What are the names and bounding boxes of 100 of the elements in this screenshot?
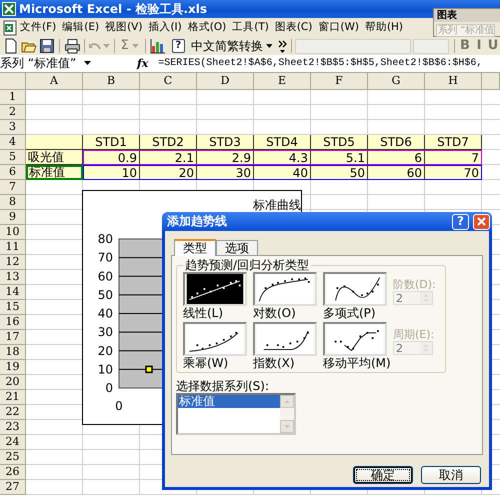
menu-item[interactable]: 窗口(W): [316, 21, 361, 34]
row-header[interactable]: 8: [0, 195, 26, 210]
table-cell[interactable]: STD7: [425, 135, 482, 150]
column-header[interactable]: F: [311, 73, 368, 90]
tab[interactable]: 类型: [174, 239, 216, 256]
row-header[interactable]: 17: [0, 330, 26, 345]
menu-item[interactable]: 文件(F): [18, 21, 58, 34]
table-cell[interactable]: 4.3: [254, 150, 311, 165]
row-header[interactable]: 19: [0, 360, 26, 375]
table-cell[interactable]: STD6: [368, 135, 425, 150]
row-header[interactable]: 21: [0, 390, 26, 405]
column-header[interactable]: A: [26, 73, 83, 90]
row-header[interactable]: 20: [0, 375, 26, 390]
option-label[interactable]: 乘幂(W): [183, 356, 247, 370]
row-header[interactable]: 24: [0, 435, 26, 450]
caret-icon: [84, 61, 91, 66]
name-box[interactable]: 系列 “标准值”: [0, 56, 95, 71]
table-cell[interactable]: 10: [83, 165, 140, 180]
table-cell[interactable]: 5.1: [311, 150, 368, 165]
row-header[interactable]: 1: [0, 90, 26, 105]
table-cell[interactable]: 30: [197, 165, 254, 180]
function-label[interactable]: fx: [137, 56, 148, 70]
tab[interactable]: 选项: [216, 240, 258, 255]
menu-item[interactable]: 工具(T): [230, 21, 271, 34]
table-cell[interactable]: 标准值: [26, 165, 83, 180]
close-button[interactable]: [473, 214, 490, 230]
menu-item[interactable]: 格式(O): [186, 21, 228, 34]
row-header[interactable]: 22: [0, 405, 26, 420]
save-icon[interactable]: [38, 38, 55, 54]
column-header[interactable]: B: [83, 73, 140, 90]
table-cell[interactable]: [26, 135, 83, 150]
trendline-thumbnail[interactable]: [183, 272, 247, 306]
row-header[interactable]: 6: [0, 165, 26, 180]
dialog-button[interactable]: 确定: [353, 466, 413, 484]
row-header[interactable]: 27: [0, 480, 26, 495]
option-label[interactable]: 线性(L): [183, 306, 247, 320]
column-header[interactable]: E: [254, 73, 311, 90]
row-header[interactable]: 26: [0, 465, 26, 480]
table-cell[interactable]: 20: [140, 165, 197, 180]
formula-text[interactable]: =SERIES(Sheet2!$A$6,Sheet2!$B$5:$H$5,Sheet2!$B$6:$H$6,: [158, 58, 482, 70]
row-header[interactable]: 23: [0, 420, 26, 435]
dialog-button[interactable]: 取消: [421, 466, 481, 484]
list-item[interactable]: 标准值: [178, 395, 280, 408]
row-header[interactable]: 4: [0, 135, 26, 150]
bar-chart-icon[interactable]: [150, 38, 166, 54]
row-header[interactable]: 9: [0, 210, 26, 225]
table-cell[interactable]: 吸光值: [26, 150, 83, 165]
option-label[interactable]: 多项式(P): [323, 306, 387, 320]
table-cell[interactable]: STD5: [311, 135, 368, 150]
row-header[interactable]: 18: [0, 345, 26, 360]
table-cell[interactable]: 6: [368, 150, 425, 165]
row-header[interactable]: 14: [0, 285, 26, 300]
table-cell[interactable]: 2.9: [197, 150, 254, 165]
table-cell[interactable]: 50: [311, 165, 368, 180]
menu-item[interactable]: 帮助(H): [362, 21, 406, 34]
scrollbar[interactable]: [280, 395, 294, 433]
row-header[interactable]: 2: [0, 105, 26, 120]
help-button[interactable]: ?: [172, 39, 185, 53]
row-header[interactable]: 16: [0, 315, 26, 330]
row-header[interactable]: 11: [0, 240, 26, 255]
column-header[interactable]: H: [425, 73, 482, 90]
row-header[interactable]: 15: [0, 300, 26, 315]
table-cell[interactable]: 7: [425, 150, 482, 165]
row-header[interactable]: 5: [0, 150, 26, 165]
workbook-icon[interactable]: [3, 20, 18, 36]
menu-item[interactable]: 插入(I): [146, 21, 184, 34]
row-header[interactable]: 7: [0, 180, 26, 195]
table-cell[interactable]: 60: [368, 165, 425, 180]
table-cell[interactable]: STD2: [140, 135, 197, 150]
series-listbox[interactable]: 标准值: [176, 393, 296, 435]
trendline-thumbnail[interactable]: [323, 272, 387, 306]
column-header[interactable]: D: [197, 73, 254, 90]
chevron-icon[interactable]: [278, 40, 287, 52]
menu-item[interactable]: 图表(C): [272, 21, 314, 34]
column-header[interactable]: C: [140, 73, 197, 90]
row-header[interactable]: 10: [0, 225, 26, 240]
table-cell[interactable]: 40: [254, 165, 311, 180]
data-point[interactable]: [145, 366, 153, 374]
printer-icon[interactable]: [64, 38, 80, 54]
convert-button[interactable]: 中文简繁转换: [186, 38, 276, 54]
table-cell[interactable]: 0.9: [83, 150, 140, 165]
row-header[interactable]: 3: [0, 120, 26, 135]
row-header[interactable]: 12: [0, 255, 26, 270]
column-header[interactable]: G: [368, 73, 425, 90]
trendline-thumbnail[interactable]: [253, 322, 317, 356]
table-cell[interactable]: STD4: [254, 135, 311, 150]
table-cell[interactable]: 70: [425, 165, 482, 180]
help-button[interactable]: ?: [452, 214, 469, 230]
row-header[interactable]: 13: [0, 270, 26, 285]
option-label[interactable]: 对数(O): [253, 306, 317, 320]
table-cell[interactable]: 2.1: [140, 150, 197, 165]
option-label[interactable]: 指数(X): [253, 356, 317, 370]
menu-item[interactable]: 视图(V): [103, 21, 144, 34]
table-cell[interactable]: STD3: [197, 135, 254, 150]
trendline-thumbnail[interactable]: [323, 322, 387, 356]
trendline-thumbnail[interactable]: [183, 322, 247, 356]
row-header[interactable]: 25: [0, 450, 26, 465]
trendline-thumbnail[interactable]: [253, 272, 317, 306]
menu-item[interactable]: 编辑(E): [60, 21, 102, 34]
table-cell[interactable]: STD1: [83, 135, 140, 150]
